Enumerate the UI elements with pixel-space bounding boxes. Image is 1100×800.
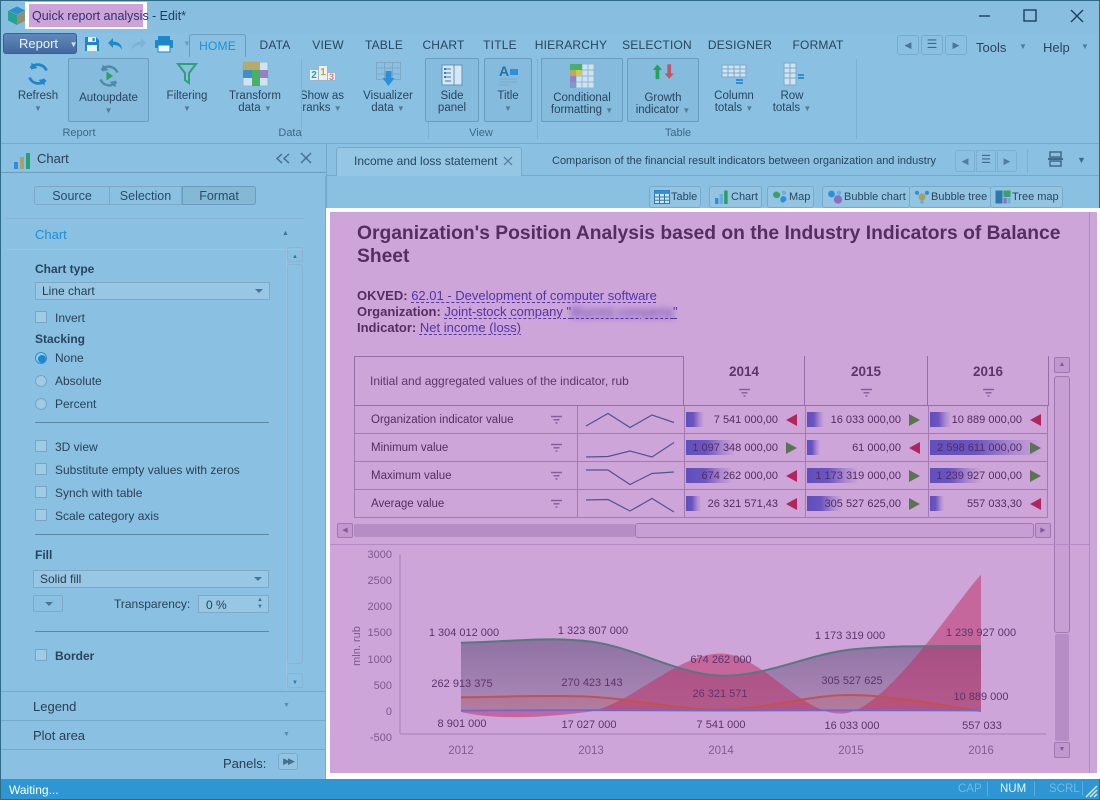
svg-text:1: 1 xyxy=(320,67,326,78)
svg-text:2: 2 xyxy=(311,70,317,81)
svg-text:3: 3 xyxy=(329,72,334,82)
svg-text:A: A xyxy=(499,63,509,79)
